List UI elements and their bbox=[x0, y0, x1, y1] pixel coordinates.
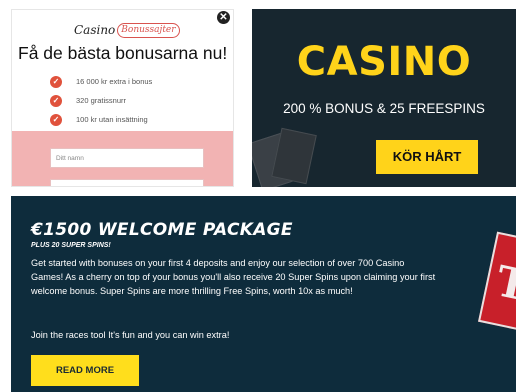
feature-list: ✓ 16 000 kr extra i bonus ✓ 320 gratissn… bbox=[50, 72, 152, 129]
popup-headline: Få de bästa bonusarna nu! bbox=[18, 43, 228, 63]
list-item: ✓ 100 kr utan insättning bbox=[50, 110, 152, 129]
kor-hart-button[interactable]: KÖR HÅRT bbox=[376, 140, 478, 174]
read-more-button[interactable]: READ MORE bbox=[31, 355, 139, 386]
list-item: ✓ 16 000 kr extra i bonus bbox=[50, 72, 152, 91]
feature-label: 16 000 kr extra i bonus bbox=[76, 77, 153, 86]
welcome-package-banner: €1500 WELCOME PACKAGE PLUS 20 SUPER SPIN… bbox=[11, 196, 516, 392]
signup-popup: ✕ Casino Bonussajter Få de bästa bonusar… bbox=[11, 9, 234, 187]
list-item: ✓ 320 gratissnurr bbox=[50, 91, 152, 110]
welcome-subheading: PLUS 20 SUPER SPINS! bbox=[31, 242, 111, 249]
playing-cards-image bbox=[252, 127, 322, 187]
email-field[interactable]: Din e-post bbox=[50, 179, 204, 186]
logo-text-bonussajter: Bonussajter bbox=[117, 22, 180, 38]
logo-text-casino: Casino bbox=[74, 23, 116, 37]
signup-form: Ditt namn Din e-post bbox=[12, 131, 233, 186]
welcome-heading: €1500 WELCOME PACKAGE bbox=[31, 220, 293, 240]
check-icon: ✓ bbox=[50, 94, 62, 107]
feature-label: 100 kr utan insättning bbox=[76, 115, 148, 124]
close-icon[interactable]: ✕ bbox=[217, 11, 230, 24]
name-field[interactable]: Ditt namn bbox=[50, 148, 204, 168]
bonus-subtitle: 200 % BONUS & 25 FREESPINS bbox=[283, 101, 485, 116]
check-icon: ✓ bbox=[50, 75, 62, 88]
races-text: Join the races tool It's fun and you can… bbox=[31, 330, 230, 340]
check-icon: ✓ bbox=[50, 113, 62, 126]
welcome-body: Get started with bonuses on your first 4… bbox=[31, 258, 436, 296]
casino-banner: CASINO 200 % BONUS & 25 FREESPINS KÖR HÅ… bbox=[252, 9, 516, 187]
casino-title: CASINO bbox=[296, 39, 472, 85]
red-sign-image: T bbox=[478, 231, 516, 333]
casino-bonussajter-logo: Casino Bonussajter bbox=[74, 20, 184, 40]
feature-label: 320 gratissnurr bbox=[76, 96, 127, 105]
